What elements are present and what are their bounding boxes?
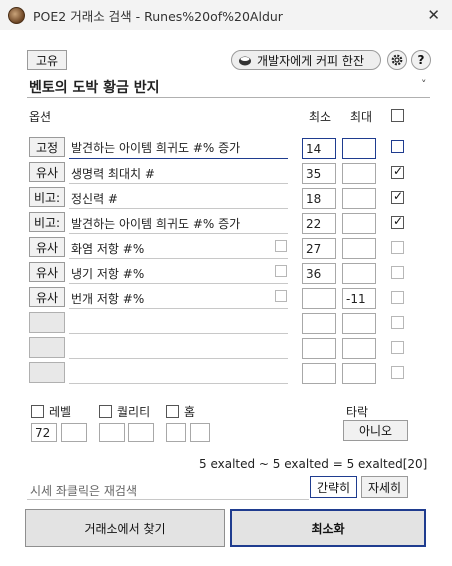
item-dropdown-icon[interactable]: ˅ [421, 78, 427, 91]
stat-text: 화염 저항 #% [71, 242, 145, 256]
level-min-input[interactable]: 72 [31, 423, 57, 442]
stat-mode-button[interactable]: 유사 [29, 237, 65, 257]
stat-min-input[interactable] [302, 313, 336, 334]
stat-enable-checkbox[interactable] [391, 189, 404, 204]
stat-min-input[interactable]: 18 [302, 188, 336, 209]
help-button[interactable]: ? [411, 50, 431, 70]
rarity-button[interactable]: 고유 [27, 50, 67, 70]
stat-enable-checkbox[interactable] [391, 164, 404, 179]
stat-text: 번개 저항 #% [71, 292, 145, 306]
stat-max-input[interactable] [342, 213, 376, 234]
stat-max-input[interactable] [342, 263, 376, 284]
stat-mode-button[interactable] [29, 312, 65, 333]
item-name: 벤토의 도박 황금 반지 [29, 80, 160, 96]
minimize-button[interactable]: 최소화 [230, 509, 426, 547]
stat-min-input[interactable] [302, 288, 336, 309]
stat-hybrid-checkbox[interactable] [275, 265, 287, 277]
stat-mode-button[interactable]: 유사 [29, 262, 65, 282]
stat-min-input[interactable]: 36 [302, 263, 336, 284]
stat-min-input[interactable]: 35 [302, 163, 336, 184]
stat-underline [69, 258, 288, 259]
stat-underline [69, 358, 288, 359]
item-name-divider [27, 97, 430, 98]
title-bar: POE2 거래소 검색 - Runes%20of%20Aldur ✕ [0, 0, 452, 30]
stat-enable-checkbox[interactable] [391, 214, 404, 229]
hint-text: 시세 좌클릭은 재검색 [30, 484, 137, 498]
stat-hybrid-checkbox[interactable] [275, 240, 287, 252]
stat-max-input[interactable] [342, 338, 376, 359]
close-icon[interactable]: ✕ [427, 6, 440, 24]
stat-text: 냉기 저항 #% [71, 267, 145, 281]
coffee-button[interactable]: 개발자에게 커피 한잔 [231, 50, 381, 70]
quality-checkbox[interactable] [99, 405, 112, 418]
stat-max-input[interactable]: -11 [342, 288, 376, 309]
coffee-cup-icon [239, 56, 251, 66]
stat-underline [69, 333, 288, 334]
stat-enable-checkbox[interactable] [391, 366, 404, 379]
detail-view-button[interactable]: 자세히 [361, 476, 408, 498]
stat-enable-checkbox[interactable] [391, 341, 404, 354]
stat-mode-button[interactable]: 유사 [29, 162, 65, 182]
stat-mode-button[interactable]: 유사 [29, 287, 65, 307]
stat-min-input[interactable]: 14 [302, 138, 336, 159]
sockets-max-input[interactable] [190, 423, 210, 442]
stat-underline [69, 183, 288, 184]
stat-underline [69, 308, 288, 309]
max-header: 최대 [350, 110, 373, 124]
options-header: 옵션 [29, 110, 52, 124]
stat-max-input[interactable] [342, 163, 376, 184]
price-summary: 5 exalted ~ 5 exalted = 5 exalted[20] [199, 457, 428, 471]
stat-underline [69, 383, 288, 384]
stat-underline [69, 283, 288, 284]
stat-text: 발견하는 아이템 희귀도 #% 증가 [71, 217, 241, 231]
stat-max-input[interactable] [342, 313, 376, 334]
stat-text: 생명력 최대치 # [71, 167, 155, 181]
quality-max-input[interactable] [128, 423, 154, 442]
stat-enable-checkbox[interactable] [391, 140, 404, 153]
stat-underline [69, 158, 288, 159]
simple-view-button[interactable]: 간략히 [310, 476, 357, 498]
stat-mode-button[interactable]: 고정 [29, 137, 65, 157]
gear-icon [391, 54, 403, 66]
stat-enable-checkbox[interactable] [391, 266, 404, 279]
min-header: 최소 [309, 110, 332, 124]
stat-max-input[interactable] [342, 238, 376, 259]
stat-min-input[interactable] [302, 363, 336, 384]
level-checkbox[interactable] [31, 405, 44, 418]
hint-underline [27, 499, 309, 500]
stat-text: 정신력 # [71, 192, 118, 206]
quality-min-input[interactable] [99, 423, 125, 442]
quality-label: 퀄리티 [117, 405, 151, 419]
coffee-button-label: 개발자에게 커피 한잔 [257, 53, 364, 68]
stat-min-input[interactable]: 27 [302, 238, 336, 259]
stat-max-input[interactable] [342, 188, 376, 209]
stat-min-input[interactable] [302, 338, 336, 359]
stat-enable-checkbox[interactable] [391, 316, 404, 329]
stat-mode-button[interactable] [29, 337, 65, 358]
stat-text: 발견하는 아이템 희귀도 #% 증가 [71, 141, 241, 155]
stat-max-input[interactable] [342, 138, 376, 159]
sockets-min-input[interactable] [166, 423, 186, 442]
stat-mode-button[interactable]: 비고: [29, 187, 65, 207]
stat-max-input[interactable] [342, 363, 376, 384]
corrupted-toggle-button[interactable]: 아니오 [343, 420, 408, 441]
stat-hybrid-checkbox[interactable] [275, 290, 287, 302]
sockets-checkbox[interactable] [166, 405, 179, 418]
stat-mode-button[interactable] [29, 362, 65, 383]
stat-underline [69, 208, 288, 209]
stat-underline [69, 233, 288, 234]
select-all-checkbox[interactable] [391, 109, 404, 122]
stat-enable-checkbox[interactable] [391, 241, 404, 254]
stat-min-input[interactable]: 22 [302, 213, 336, 234]
stat-mode-button[interactable]: 비고: [29, 212, 65, 232]
stat-enable-checkbox[interactable] [391, 291, 404, 304]
settings-button[interactable] [387, 50, 407, 70]
corrupted-label: 타락 [346, 405, 369, 419]
sockets-label: 홈 [184, 405, 196, 419]
window-title: POE2 거래소 검색 - Runes%20of%20Aldur [33, 8, 283, 24]
level-label: 레벨 [49, 405, 72, 419]
level-max-input[interactable] [61, 423, 87, 442]
app-icon [8, 6, 25, 24]
search-trade-button[interactable]: 거래소에서 찾기 [25, 509, 225, 547]
